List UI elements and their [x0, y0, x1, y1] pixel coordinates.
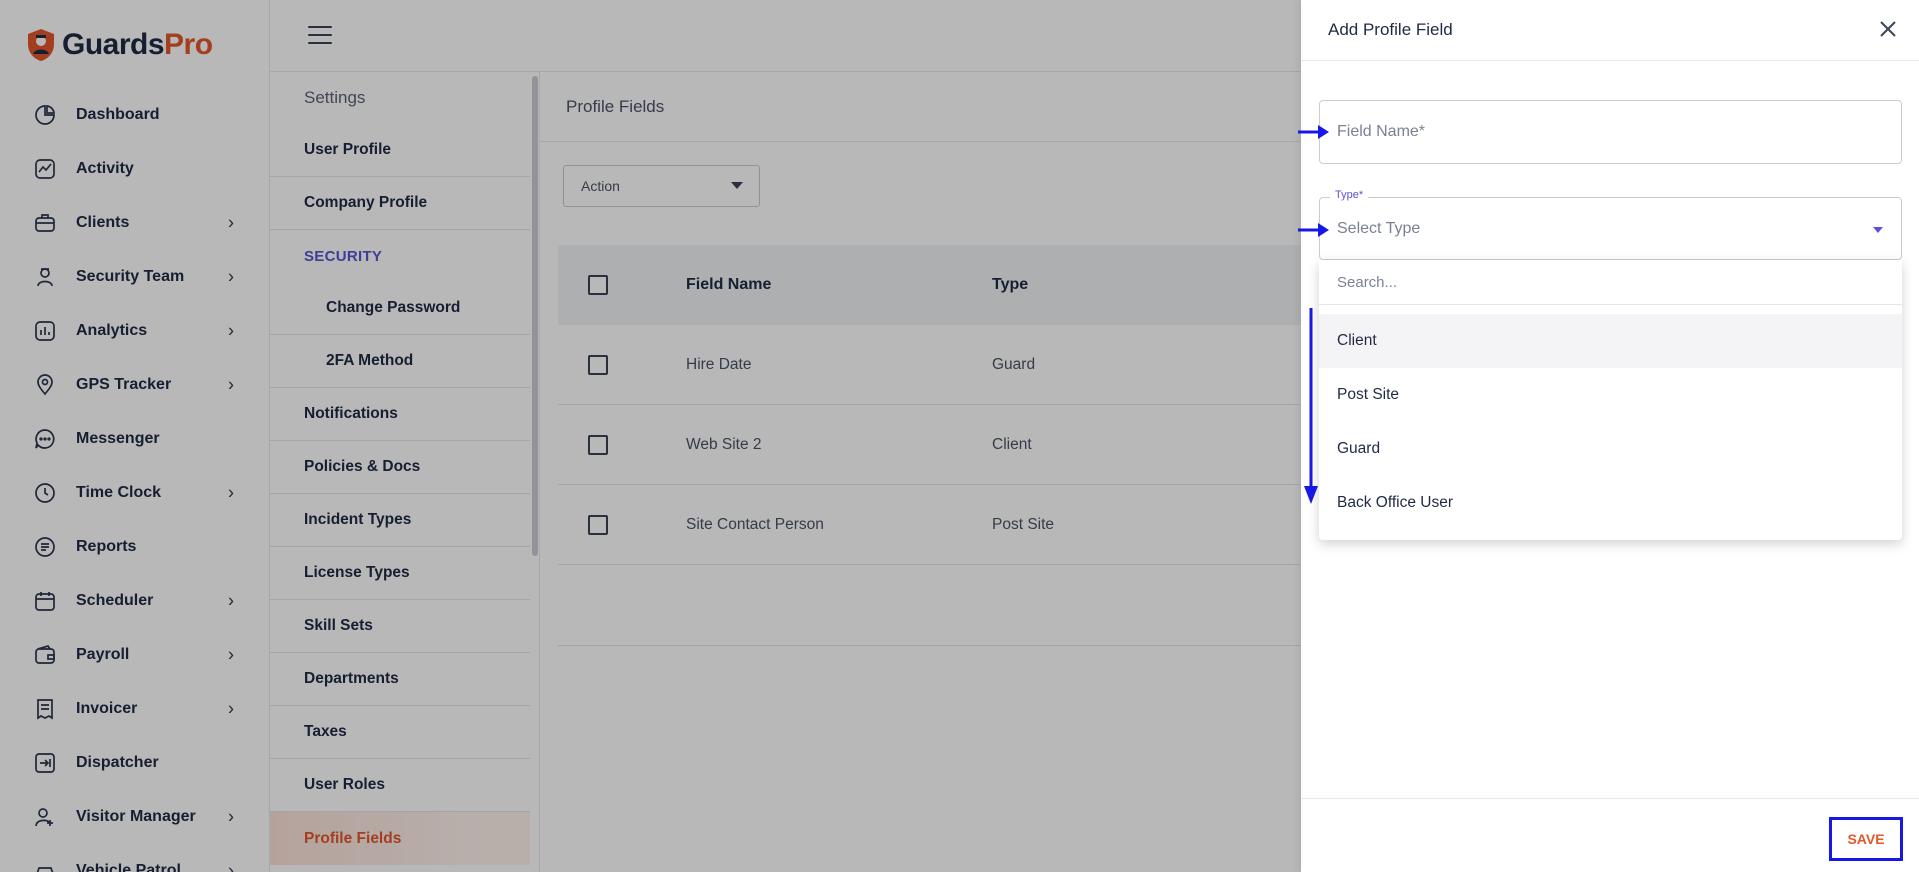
type-label: Type* — [1330, 189, 1369, 201]
field-name-input[interactable]: Field Name* — [1319, 100, 1902, 164]
annotation-arrow-down-icon — [1304, 308, 1318, 504]
type-select[interactable]: Type* Select Type — [1319, 189, 1902, 260]
close-icon[interactable] — [1877, 18, 1899, 40]
type-select-placeholder: Select Type — [1337, 219, 1421, 237]
save-button[interactable]: SAVE — [1829, 817, 1903, 861]
dropdown-search-input[interactable]: Search... — [1319, 260, 1902, 305]
add-profile-field-drawer: Add Profile Field Field Name* Type* Sele… — [1301, 0, 1919, 872]
field-name-placeholder: Field Name* — [1337, 123, 1426, 140]
dropdown-search-placeholder: Search... — [1337, 273, 1398, 291]
annotation-arrow-field-name-icon — [1298, 125, 1329, 139]
drawer-footer: SAVE — [1301, 798, 1919, 872]
dropdown-option-post-site[interactable]: Post Site — [1319, 368, 1902, 422]
type-dropdown-menu: Search... Client Post Site Guard Back Of… — [1319, 260, 1902, 540]
caret-down-icon — [1873, 227, 1883, 233]
annotation-arrow-type-icon — [1298, 223, 1329, 237]
dropdown-option-guard[interactable]: Guard — [1319, 422, 1902, 476]
dropdown-option-client[interactable]: Client — [1319, 314, 1902, 368]
modal-backdrop[interactable] — [0, 0, 1301, 872]
drawer-title: Add Profile Field — [1328, 20, 1453, 39]
dropdown-option-back-office-user[interactable]: Back Office User — [1319, 476, 1902, 530]
